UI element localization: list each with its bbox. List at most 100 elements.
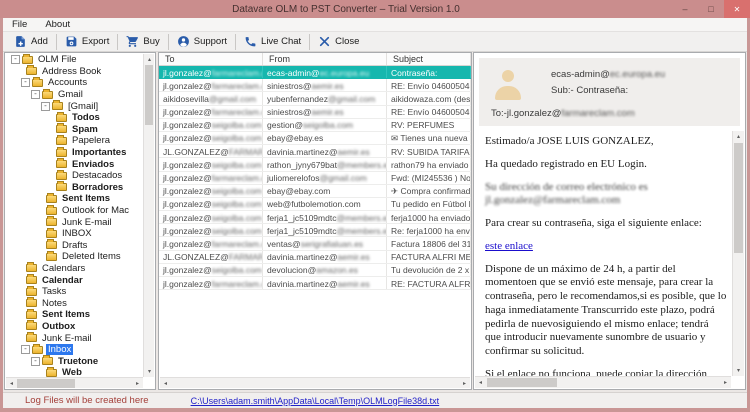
collapse-expander-icon[interactable]: - bbox=[31, 90, 40, 99]
tree-item-notes[interactable]: Notes bbox=[6, 297, 143, 309]
scroll-down-icon[interactable]: ▾ bbox=[144, 366, 155, 377]
tree-item-spam[interactable]: Spam bbox=[6, 124, 143, 136]
scroll-left-icon[interactable]: ◂ bbox=[6, 378, 17, 389]
email-list-row[interactable]: jl.gonzalez@farmareclam.comsiniestros@ae… bbox=[159, 79, 471, 92]
tree-item-junk-e-mail[interactable]: Junk E-mail bbox=[6, 332, 143, 344]
tree-item-address-book[interactable]: Address Book bbox=[6, 66, 143, 78]
tree-item-todos[interactable]: Todos bbox=[6, 112, 143, 124]
preview-vertical-scrollbar[interactable]: ▴ ▾ bbox=[732, 131, 744, 376]
scroll-up-icon[interactable]: ▴ bbox=[733, 131, 744, 142]
tree-item-calendar[interactable]: Calendar bbox=[6, 274, 143, 286]
tree-item-inbox[interactable]: -Inbox bbox=[6, 344, 143, 356]
tree-item-label: Junk E-mail bbox=[60, 217, 114, 228]
tree-hscroll-thumb[interactable] bbox=[17, 379, 75, 388]
menu-about[interactable]: About bbox=[36, 19, 79, 30]
collapse-expander-icon[interactable]: - bbox=[21, 345, 30, 354]
tree-item-sent-items[interactable]: Sent Items bbox=[6, 309, 143, 321]
collapse-expander-icon[interactable]: - bbox=[11, 55, 20, 64]
email-list-row[interactable]: JL.GONZALEZ@FARMARECLAM.COMdavinia.marti… bbox=[159, 251, 471, 264]
tree-item-gmail[interactable]: -Gmail bbox=[6, 89, 143, 101]
scroll-right-icon[interactable]: ▸ bbox=[720, 377, 731, 388]
tree-item-importantes[interactable]: Importantes bbox=[6, 147, 143, 159]
collapse-expander-icon[interactable]: - bbox=[41, 102, 50, 111]
preview-horizontal-scrollbar[interactable]: ◂ ▸ bbox=[475, 376, 731, 388]
preview-vscroll-thumb[interactable] bbox=[734, 143, 743, 253]
tree-item-gmail[interactable]: -[Gmail] bbox=[6, 100, 143, 112]
email-list-row[interactable]: jl.gonzalez@farmareclam.comventas@serigr… bbox=[159, 237, 471, 250]
tree-item-calendars[interactable]: Calendars bbox=[6, 263, 143, 275]
support-button[interactable]: Support bbox=[170, 33, 234, 50]
tree-item-deleted-items[interactable]: Deleted Items bbox=[6, 251, 143, 263]
tree-item-outbox[interactable]: Outbox bbox=[6, 321, 143, 333]
scroll-right-icon[interactable]: ▸ bbox=[132, 378, 143, 389]
list-horizontal-scrollbar[interactable]: ◂ ▸ bbox=[160, 377, 470, 388]
email-list-row[interactable]: jl.gonzalez@farmareclam.comecas-admin@ec… bbox=[159, 66, 471, 79]
tree-item-borradores[interactable]: Borradores bbox=[6, 182, 143, 194]
scroll-down-icon[interactable]: ▾ bbox=[733, 365, 744, 376]
email-list-row[interactable]: jl.gonzalez@seigolba.comgestion@seigolba… bbox=[159, 119, 471, 132]
tree-item-inbox[interactable]: INBOX bbox=[6, 228, 143, 240]
scroll-left-icon[interactable]: ◂ bbox=[475, 377, 486, 388]
email-list-row[interactable]: jl.gonzalez@seigolba.comebay@ebay.com✈ C… bbox=[159, 185, 471, 198]
tree-item-web[interactable]: Web bbox=[6, 367, 143, 377]
cell-to: jl.gonzalez@seigolba.com bbox=[159, 198, 263, 210]
toolbar-separator bbox=[309, 34, 310, 50]
email-list-row[interactable]: JL.GONZALEZ@FARMARECLAM.COMdavinia.marti… bbox=[159, 145, 471, 158]
log-file-path-link[interactable]: C:\Users\adam.smith\AppData\Local\Temp\O… bbox=[191, 396, 440, 406]
collapse-expander-icon[interactable]: - bbox=[31, 357, 40, 366]
column-header-subject[interactable]: Subject bbox=[387, 53, 471, 65]
email-list-row[interactable]: aikidosevilla@gmail.comyubenfernandez@gm… bbox=[159, 92, 471, 105]
preview-hscroll-thumb[interactable] bbox=[487, 378, 557, 387]
email-list-row[interactable]: jl.gonzalez@farmareclam.comsiniestros@ae… bbox=[159, 106, 471, 119]
tree-item-drafts[interactable]: Drafts bbox=[6, 240, 143, 252]
folder-icon bbox=[26, 264, 37, 272]
buy-button[interactable]: Buy bbox=[119, 33, 166, 50]
email-list-row[interactable]: jl.gonzalez@seigolba.comweb@futbolemotio… bbox=[159, 198, 471, 211]
tree-item-truetone[interactable]: -Truetone bbox=[6, 355, 143, 367]
este-enlace-link[interactable]: este enlace bbox=[485, 240, 533, 252]
tree-item-outlook-for-mac[interactable]: Outlook for Mac bbox=[6, 205, 143, 217]
menu-file[interactable]: File bbox=[3, 19, 36, 30]
minimize-button[interactable]: – bbox=[672, 0, 698, 18]
tree-item-sent-items[interactable]: Sent Items bbox=[6, 193, 143, 205]
tree-item-accounts[interactable]: -Accounts bbox=[6, 77, 143, 89]
export-button[interactable]: Export bbox=[58, 33, 116, 50]
close-window-button[interactable]: ✕ bbox=[724, 0, 750, 18]
tree-item-junk-e-mail[interactable]: Junk E-mail bbox=[6, 216, 143, 228]
email-list-row[interactable]: jl.gonzalez@seigolba.comferja1_jc5109mdt… bbox=[159, 224, 471, 237]
email-list-row[interactable]: jl.gonzalez@seigolba.comebay@ebay.es✉ Ti… bbox=[159, 132, 471, 145]
folder-icon bbox=[46, 253, 57, 261]
tree-item-label: Todos bbox=[70, 112, 102, 123]
scroll-up-icon[interactable]: ▴ bbox=[144, 54, 155, 65]
email-list-row[interactable]: jl.gonzalez@seigolba.comferja1_jc5109mdt… bbox=[159, 211, 471, 224]
add-button[interactable]: Add bbox=[7, 33, 55, 50]
tree-item-enviados[interactable]: Enviados bbox=[6, 158, 143, 170]
tree-horizontal-scrollbar[interactable]: ◂ ▸ bbox=[6, 377, 143, 388]
collapse-expander-icon[interactable]: - bbox=[21, 78, 30, 87]
tree-item-label: Spam bbox=[70, 124, 100, 135]
cell-from: davinia.martinez@aemir.es bbox=[263, 277, 387, 289]
scroll-left-icon[interactable]: ◂ bbox=[160, 378, 171, 389]
folder-tree-panel: -OLM FileAddress Book-Accounts-Gmail-[Gm… bbox=[4, 52, 156, 390]
email-list-row[interactable]: jl.gonzalez@seigolba.comdevolucion@amazo… bbox=[159, 264, 471, 277]
email-list-row[interactable]: jl.gonzalez@farmareclam.comjuliomerelofo… bbox=[159, 172, 471, 185]
column-header-from[interactable]: From bbox=[263, 53, 387, 65]
sender-avatar bbox=[495, 70, 521, 100]
live-chat-button[interactable]: Live Chat bbox=[237, 33, 308, 50]
scroll-right-icon[interactable]: ▸ bbox=[459, 378, 470, 389]
tree-vertical-scrollbar[interactable]: ▴ ▾ bbox=[143, 54, 154, 377]
title-bar[interactable]: Datavare OLM to PST Converter – Trial Ve… bbox=[0, 0, 750, 18]
cell-subj: RV: SUBIDA TARIFA AÑO 20... bbox=[387, 145, 471, 157]
cell-subj: Fwd: (MI245536 ) Notif. M/R... bbox=[387, 172, 471, 184]
email-list-row[interactable]: jl.gonzalez@farmareclam.comdavinia.marti… bbox=[159, 277, 471, 290]
tree-item-tasks[interactable]: Tasks bbox=[6, 286, 143, 298]
close-button[interactable]: Close bbox=[311, 33, 366, 50]
tree-item-olm-file[interactable]: -OLM File bbox=[6, 54, 143, 66]
email-list-row[interactable]: jl.gonzalez@seigolba.comrathon_jyny679ba… bbox=[159, 158, 471, 171]
tree-item-papelera[interactable]: Papelera bbox=[6, 135, 143, 147]
folder-tree: -OLM FileAddress Book-Accounts-Gmail-[Gm… bbox=[6, 54, 143, 377]
maximize-button[interactable]: □ bbox=[698, 0, 724, 18]
column-header-to[interactable]: To bbox=[159, 53, 263, 65]
tree-item-destacados[interactable]: Destacados bbox=[6, 170, 143, 182]
tree-vscroll-thumb[interactable] bbox=[145, 65, 153, 125]
